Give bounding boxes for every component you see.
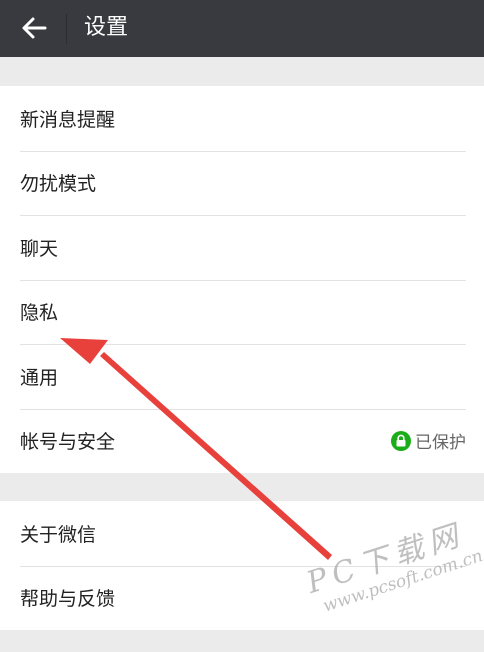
settings-item-help-feedback[interactable]: 帮助与反馈 — [0, 565, 484, 631]
settings-item-label: 隐私 — [20, 302, 59, 325]
security-status: 已保护 — [391, 428, 466, 453]
settings-group-main: 新消息提醒 勿扰模式 聊天 隐私 通用 帐号与安全 已保护 — [0, 86, 484, 473]
settings-item-do-not-disturb[interactable]: 勿扰模式 — [0, 150, 484, 216]
settings-item-account-security[interactable]: 帐号与安全 已保护 — [0, 408, 484, 474]
settings-item-label: 帐号与安全 — [20, 431, 116, 454]
settings-item-label: 通用 — [20, 366, 59, 389]
settings-item-label: 勿扰模式 — [20, 173, 97, 196]
title-divider — [66, 14, 67, 44]
security-status-text: 已保护 — [415, 433, 466, 454]
settings-item-chat[interactable]: 聊天 — [0, 215, 484, 280]
settings-item-privacy[interactable]: 隐私 — [0, 279, 484, 345]
settings-group-about: 关于微信 帮助与反馈 — [0, 501, 484, 630]
lock-icon — [391, 430, 411, 451]
page-title: 设置 — [84, 15, 129, 40]
settings-item-general[interactable]: 通用 — [0, 344, 484, 409]
settings-item-about-wechat[interactable]: 关于微信 — [0, 501, 484, 566]
arrow-left-icon — [22, 17, 47, 39]
settings-item-label: 关于微信 — [20, 523, 97, 546]
settings-item-label: 帮助与反馈 — [20, 588, 116, 611]
back-button[interactable] — [14, 10, 54, 46]
settings-item-new-message-alert[interactable]: 新消息提醒 — [0, 86, 484, 151]
settings-item-label: 聊天 — [20, 237, 59, 260]
title-bar: 设置 — [0, 0, 484, 57]
settings-item-label: 新消息提醒 — [20, 108, 116, 131]
